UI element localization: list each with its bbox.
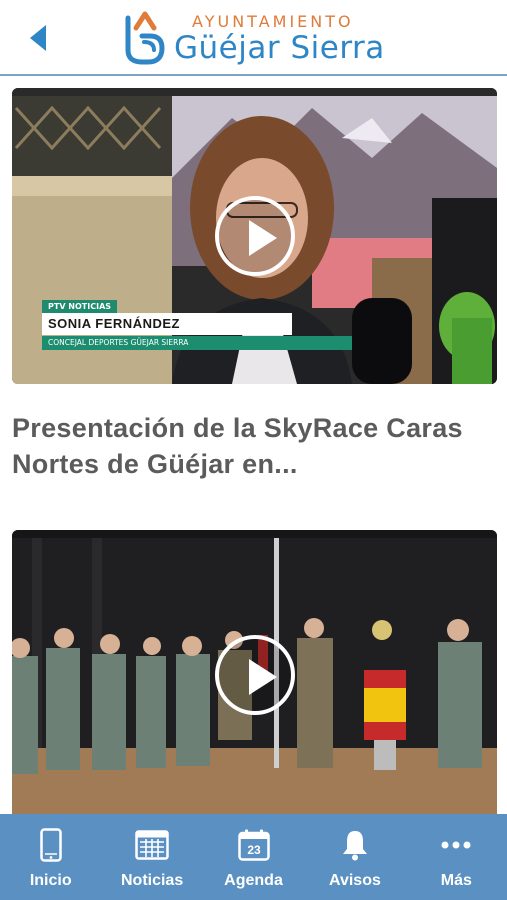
tab-noticias[interactable]: Noticias bbox=[101, 814, 202, 900]
municipality-logo: AYUNTAMIENTO Güéjar Sierra bbox=[122, 6, 392, 70]
tab-label: Inicio bbox=[29, 872, 72, 889]
calendar-day: 23 bbox=[247, 843, 261, 857]
video-thumbnail[interactable] bbox=[12, 530, 497, 814]
news-card[interactable]: PTV NOTICIAS SONIA FERNÁNDEZ CONCEJAL DE… bbox=[12, 88, 497, 482]
logo-main-text: Güéjar Sierra bbox=[174, 30, 385, 66]
tab-mas[interactable]: Más bbox=[406, 814, 507, 900]
bottom-tab-bar: Inicio Noticias 23 Agenda Avisos Más bbox=[0, 814, 507, 900]
tab-label: Noticias bbox=[120, 872, 184, 889]
video-thumbnail[interactable]: PTV NOTICIAS SONIA FERNÁNDEZ CONCEJAL DE… bbox=[12, 88, 497, 384]
play-icon[interactable] bbox=[214, 196, 295, 276]
play-icon[interactable] bbox=[214, 635, 295, 715]
calendar-icon: 23 bbox=[234, 826, 274, 864]
tab-avisos[interactable]: Avisos bbox=[304, 814, 405, 900]
phone-icon bbox=[31, 826, 71, 864]
video-channel-tag: PTV NOTICIAS bbox=[42, 300, 118, 313]
video-speaker-name: SONIA FERNÁNDEZ bbox=[42, 313, 292, 335]
logo-mark-icon bbox=[125, 11, 165, 65]
bell-icon bbox=[335, 826, 375, 864]
news-title[interactable]: Presentación de la SkyRace Caras Nortes … bbox=[12, 410, 492, 482]
tab-agenda[interactable]: 23 Agenda bbox=[203, 814, 304, 900]
newspaper-icon bbox=[132, 826, 172, 864]
video-speaker-role: CONCEJAL DEPORTES GÜEJAR SIERRA bbox=[42, 336, 352, 350]
chevron-left-icon bbox=[30, 25, 46, 51]
tab-label: Avisos bbox=[328, 872, 381, 889]
tab-inicio[interactable]: Inicio bbox=[0, 814, 101, 900]
news-feed[interactable]: PTV NOTICIAS SONIA FERNÁNDEZ CONCEJAL DE… bbox=[0, 78, 507, 814]
app-header: AYUNTAMIENTO Güéjar Sierra bbox=[0, 0, 507, 76]
back-button[interactable] bbox=[22, 20, 54, 56]
logo-top-text: AYUNTAMIENTO bbox=[192, 12, 354, 31]
tab-label: Más bbox=[440, 872, 472, 889]
more-icon bbox=[436, 826, 476, 864]
tab-label: Agenda bbox=[224, 872, 283, 889]
news-card[interactable] bbox=[12, 530, 497, 814]
